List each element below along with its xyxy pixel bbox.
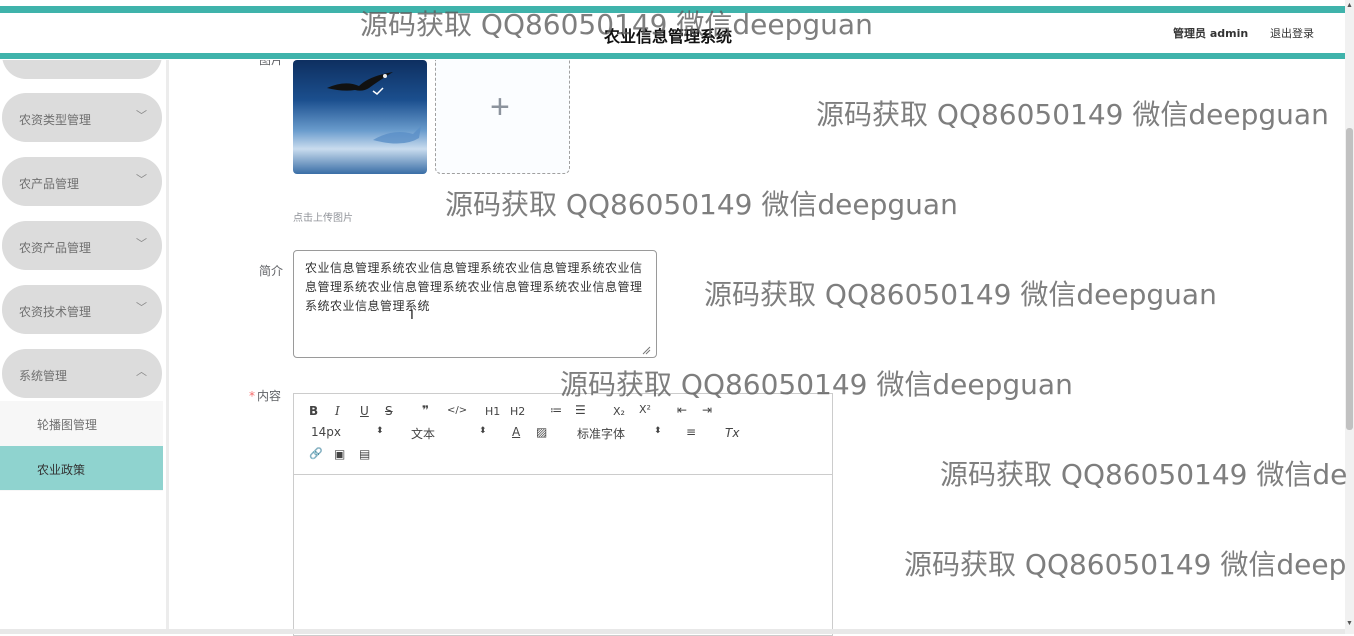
sidebar-item-agri-tech[interactable]: 农资技术管理 ﹀	[2, 285, 162, 334]
blockquote-button[interactable]: ❞	[422, 403, 429, 417]
top-accent-stripe	[0, 6, 1345, 13]
block-type-value: 文本	[411, 427, 436, 441]
link-button[interactable]: 🔗	[309, 447, 323, 460]
scroll-up-icon[interactable]: ▲	[1346, 2, 1353, 9]
logout-button[interactable]: 退出登录	[1270, 25, 1314, 41]
sidebar-item-products[interactable]: 农产品管理 ﹀	[2, 157, 162, 206]
font-color-button[interactable]: A	[512, 425, 520, 439]
sidebar-item-label: 农产品管理	[19, 177, 80, 191]
chevron-up-icon: ︿	[136, 365, 147, 378]
content-field-label: * 内容	[249, 387, 281, 404]
text-cursor-icon: I	[410, 306, 414, 322]
ordered-list-button[interactable]: ≔	[550, 403, 562, 417]
summary-textarea[interactable]: 农业信息管理系统农业信息管理系统农业信息管理系统农业信息管理系统农业信息管理系统…	[293, 250, 657, 358]
required-asterisk: *	[249, 389, 255, 403]
sidebar-item-label: 农资类型管理	[19, 113, 92, 127]
select-arrow-icon: ⬍	[479, 426, 487, 436]
editor-content-area[interactable]	[294, 475, 832, 635]
indent-button[interactable]: ⇥	[702, 403, 712, 417]
sidebar-item-label: 系统管理	[19, 369, 68, 383]
font-size-select[interactable]: 14px ⬍	[311, 425, 386, 439]
plus-icon: +	[490, 88, 510, 126]
chevron-down-icon: ﹀	[136, 301, 147, 314]
background-color-button[interactable]: ▨	[536, 425, 547, 439]
vertical-scrollbar[interactable]: ▲ ▼	[1345, 0, 1354, 634]
underline-button[interactable]: U	[360, 404, 369, 418]
upload-button[interactable]: +	[435, 60, 570, 174]
uploaded-image[interactable]	[293, 60, 427, 174]
code-button[interactable]: </>	[447, 405, 467, 416]
sidebar-item-system[interactable]: 系统管理 ︿	[2, 349, 162, 398]
watermark-text: 源码获取 QQ86050149 微信deepguan	[704, 278, 1217, 311]
sidebar-item-agri-products[interactable]: 农资产品管理 ﹀	[2, 221, 162, 270]
strike-button[interactable]: S	[385, 404, 393, 418]
bold-button[interactable]: B	[309, 404, 318, 418]
block-type-select[interactable]: 文本 ⬍	[411, 425, 491, 442]
watermark-text: 源码获取 QQ86050149 微信deep	[904, 548, 1347, 581]
upload-hint: 点击上传图片	[293, 213, 353, 224]
submenu-item-carousel[interactable]: 轮播图管理	[0, 401, 163, 445]
scrollbar-thumb[interactable]	[1346, 128, 1353, 430]
summary-field-label: 简介	[259, 264, 284, 278]
submenu-item-label: 轮播图管理	[37, 418, 98, 432]
chevron-down-icon: ﹀	[136, 173, 147, 186]
bottom-accent-stripe	[0, 53, 1345, 59]
heading2-button[interactable]: H2	[510, 405, 525, 418]
video-button[interactable]: ▤	[359, 447, 370, 461]
watermark-text: 源码获取 QQ86050149 微信deepguan	[816, 98, 1329, 131]
watermark-text: 源码获取 QQ86050149 微信deepguan	[445, 188, 958, 221]
superscript-button[interactable]: X²	[639, 403, 651, 416]
select-arrow-icon: ⬍	[654, 426, 662, 436]
content-label-text: 内容	[257, 389, 282, 403]
font-size-value: 14px	[311, 425, 341, 439]
font-family-select[interactable]: 标准字体 ⬍	[577, 425, 662, 442]
clear-format-button[interactable]: Tx	[725, 426, 739, 440]
submenu-item-policy[interactable]: 农业政策	[0, 446, 163, 490]
horizontal-scrollbar[interactable]	[0, 629, 1345, 634]
watermark-text: 源码获取 QQ86050149 微信de	[940, 458, 1348, 491]
image-button[interactable]: ▣	[334, 447, 345, 461]
scroll-down-icon[interactable]: ▼	[1346, 620, 1353, 627]
check-icon	[372, 87, 384, 95]
chevron-down-icon: ﹀	[136, 109, 147, 122]
app-title: 农业信息管理系统	[604, 27, 733, 46]
top-bar: 农业信息管理系统 管理员 admin 退出登录	[0, 0, 1345, 60]
outdent-button[interactable]: ⇤	[677, 403, 687, 417]
rich-text-editor: B I U S ❞ </> H1 H2 ≔ ☰ X₂ X² ⇤ ⇥ 14px ⬍…	[293, 393, 833, 636]
italic-button[interactable]: I	[335, 404, 340, 418]
sidebar-item-agri-type[interactable]: 农资类型管理 ﹀	[2, 93, 162, 142]
resize-handle-icon[interactable]	[642, 346, 651, 355]
editor-toolbar: B I U S ❞ </> H1 H2 ≔ ☰ X₂ X² ⇤ ⇥ 14px ⬍…	[294, 394, 832, 475]
whale-picture	[373, 126, 421, 144]
bullet-list-button[interactable]: ☰	[575, 403, 586, 417]
subscript-button[interactable]: X₂	[613, 405, 625, 418]
align-button[interactable]: ≡	[686, 425, 696, 439]
heading1-button[interactable]: H1	[485, 405, 500, 418]
select-arrow-icon: ⬍	[376, 426, 384, 436]
font-family-value: 标准字体	[577, 427, 626, 441]
submenu-item-label: 农业政策	[37, 463, 86, 477]
sidebar-item-label: 农资技术管理	[19, 305, 92, 319]
user-label: 管理员 admin	[1173, 27, 1249, 40]
chevron-down-icon: ﹀	[136, 237, 147, 250]
sidebar-item-label: 农资产品管理	[19, 241, 92, 255]
sidebar: 农资类型管理 ﹀ 农产品管理 ﹀ 农资产品管理 ﹀ 农资技术管理 ﹀ 系统管理 …	[0, 30, 169, 634]
